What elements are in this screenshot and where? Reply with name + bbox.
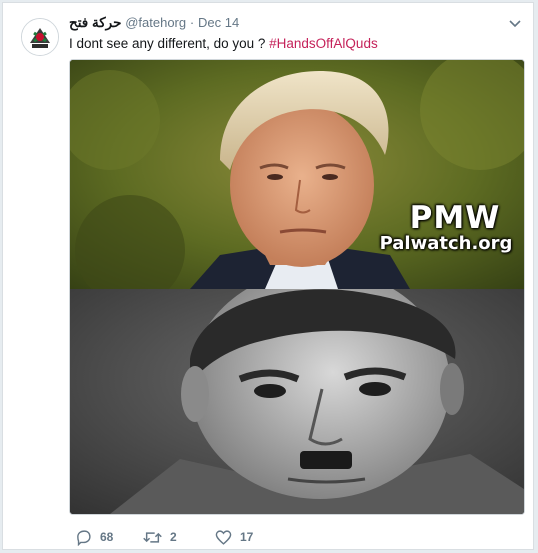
photo-bottom bbox=[70, 289, 524, 514]
fateh-logo-icon bbox=[22, 19, 58, 55]
retweet-icon bbox=[143, 531, 162, 543]
tweet-date[interactable]: Dec 14 bbox=[198, 15, 239, 30]
separator-dot: · bbox=[189, 15, 195, 30]
hashtag-link[interactable]: #HandsOffAlQuds bbox=[269, 36, 378, 51]
user-handle[interactable]: @fatehorg bbox=[125, 15, 186, 30]
tweet-header: حركة فتح @fatehorg · Dec 14 bbox=[69, 14, 499, 32]
tweet-actions: 68 2 17 bbox=[69, 527, 369, 547]
photo-top bbox=[70, 60, 524, 289]
tweet-text-body: I dont see any different, do you ? bbox=[69, 36, 270, 51]
like-button[interactable]: 17 bbox=[215, 527, 253, 547]
tweet-card[interactable]: حركة فتح @fatehorg · Dec 14 I dont see a… bbox=[2, 2, 534, 550]
watermark-title: PMW bbox=[409, 200, 501, 236]
display-name[interactable]: حركة فتح bbox=[69, 15, 121, 30]
retweet-button[interactable]: 2 bbox=[143, 527, 177, 547]
tweet-media[interactable]: PMW Palwatch.org bbox=[69, 59, 525, 515]
like-count: 17 bbox=[240, 530, 254, 544]
reply-button[interactable]: 68 bbox=[75, 527, 113, 547]
watermark-site: Palwatch.org bbox=[379, 233, 513, 254]
tweet-text: I dont see any different, do you ? #Hand… bbox=[69, 35, 509, 52]
like-icon bbox=[215, 529, 232, 545]
reply-icon bbox=[77, 529, 91, 546]
avatar[interactable] bbox=[21, 18, 59, 56]
retweet-count: 2 bbox=[170, 530, 177, 544]
reply-count: 68 bbox=[100, 530, 114, 544]
chevron-down-icon[interactable] bbox=[507, 15, 523, 31]
